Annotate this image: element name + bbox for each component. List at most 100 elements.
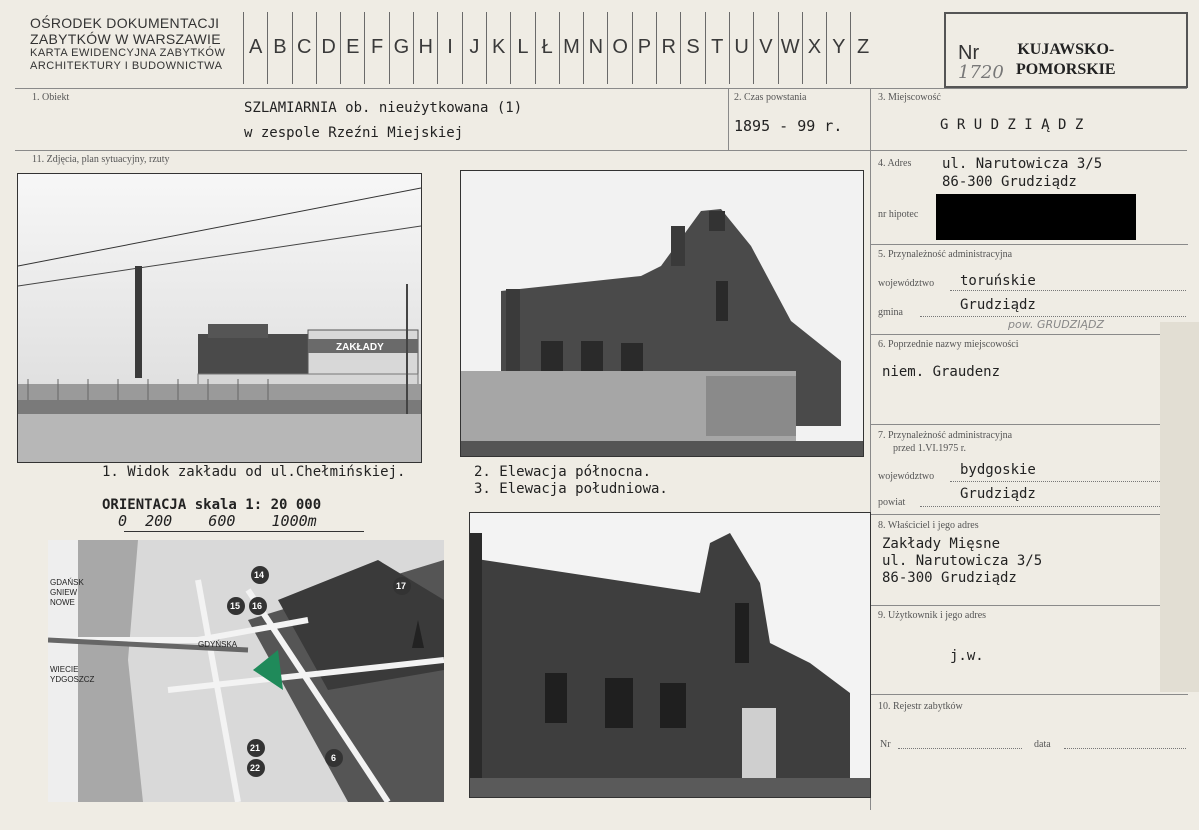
- alphabet-letter: O: [607, 12, 631, 84]
- gmina-value: Grudziądz: [960, 297, 1036, 313]
- institution-line-1: OŚRODEK DOKUMENTACJI: [30, 15, 220, 31]
- alphabet-letter: Y: [826, 12, 850, 84]
- alphabet-letter: X: [801, 12, 826, 84]
- photo-north-elevation: [460, 170, 864, 457]
- dotted-line: [950, 290, 1186, 291]
- scale-bar: [124, 531, 364, 532]
- alphabet-letter: G: [388, 12, 413, 84]
- adres-label: 4. Adres: [878, 158, 912, 169]
- caption-1: 1. Widok zakładu od ul.Chełmińskiej.: [102, 464, 406, 480]
- nr-handwritten: 1720: [958, 62, 1004, 83]
- gmina-label: gmina: [878, 307, 903, 318]
- miejscowosc-value: G R U D Z I Ą D Z: [940, 117, 1084, 133]
- divider: [870, 244, 1188, 245]
- institution-header: OŚRODEK DOKUMENTACJI ZABYTKÓW W WARSZAWI…: [30, 15, 240, 72]
- alphabet-letter: I: [437, 12, 461, 84]
- south-elevation-image: [470, 513, 870, 797]
- divider: [728, 88, 729, 150]
- alphabet-letter: J: [461, 12, 486, 84]
- map-num-14: 14: [254, 570, 264, 580]
- alphabet-letter: V: [753, 12, 777, 84]
- map-label-bydgoszcz: YDGOSZCZ: [50, 675, 95, 684]
- alphabet-letter: R: [656, 12, 680, 84]
- street-view-image: ZAKŁADY: [18, 174, 421, 462]
- przynaleznosc-label: 5. Przynależność administracyjna: [878, 249, 1013, 260]
- wojewodztwo2-label: województwo: [878, 471, 935, 482]
- sign-text: ZAKŁADY: [336, 342, 384, 353]
- map-num-15: 15: [230, 601, 240, 611]
- czas-value: 1895 - 99 r.: [734, 117, 843, 135]
- adres-line-2: 86-300 Grudziądz: [942, 174, 1077, 190]
- photo-south-elevation: [469, 512, 871, 798]
- location-map-image: GDAŃSK GNIEW NOWE WIECIE YDGOSZCZ GDYŃSK…: [48, 540, 444, 802]
- alphabet-letter: N: [583, 12, 607, 84]
- photo-street-view: ZAKŁADY: [17, 173, 422, 463]
- alphabet-index: ABCDEFGHIJKLŁMNOPRSTUVWXYZ: [243, 12, 875, 84]
- redaction-block: [936, 194, 1136, 240]
- przed-label-2: przed 1.VI.1975 r.: [893, 443, 967, 454]
- alphabet-letter: C: [291, 12, 316, 84]
- caption-3: 3. Elewacja południowa.: [474, 481, 668, 497]
- region-stamp: KUJAWSKO- POMORSKIE: [1016, 40, 1116, 80]
- dotted-line: [920, 506, 1186, 507]
- dotted-line: [950, 481, 1186, 482]
- institution-line-3: KARTA EWIDENCYJNA ZABYTKÓW: [30, 47, 226, 60]
- alphabet-letter: B: [267, 12, 291, 84]
- stamp-line-1: KUJAWSKO-: [1017, 41, 1115, 58]
- alphabet-letter: H: [413, 12, 437, 84]
- map-label-nowe: NOWE: [50, 598, 75, 607]
- orientation-label: ORIENTACJA skala 1: 20 000: [102, 497, 322, 513]
- alphabet-letter: U: [728, 12, 753, 84]
- alphabet-letter: Z: [850, 12, 874, 84]
- rejestr-label: 10. Rejestr zabytków: [878, 701, 963, 712]
- stamp-line-2: POMORSKIE: [1016, 61, 1116, 78]
- wlasciciel-line-2: ul. Narutowicza 3/5: [882, 553, 1043, 569]
- alphabet-letter: F: [364, 12, 388, 84]
- north-elevation-image: [461, 171, 863, 456]
- map-num-22: 22: [250, 763, 260, 773]
- adres-line-1: ul. Narutowicza 3/5: [942, 156, 1103, 172]
- zdjecia-label: 11. Zdjęcia, plan sytuacyjny, rzuty: [32, 154, 170, 165]
- institution-line-2: ZABYTKÓW W WARSZAWIE: [30, 30, 221, 47]
- divider: [870, 424, 1188, 425]
- divider: [870, 694, 1188, 695]
- czas-label: 2. Czas powstania: [734, 92, 807, 103]
- divider: [870, 514, 1188, 515]
- hipoteka-label: nr hipotec: [878, 209, 919, 220]
- paper-edge: [1160, 322, 1199, 692]
- alphabet-letter: D: [315, 12, 340, 84]
- wlasciciel-line-1: Zakłady Mięsne: [882, 536, 1001, 552]
- map-num-6: 6: [331, 753, 336, 763]
- divider: [870, 334, 1188, 335]
- rejestr-data-label: data: [1034, 739, 1051, 750]
- caption-2: 2. Elewacja północna.: [474, 464, 652, 480]
- map-num-17: 17: [396, 581, 406, 591]
- uzytkownik-label: 9. Użytkownik i jego adres: [878, 610, 987, 621]
- map-num-16: 16: [252, 601, 262, 611]
- obiekt-label: 1. Obiekt: [32, 92, 70, 103]
- number-box: Nr 1720 KUJAWSKO- POMORSKIE: [944, 12, 1188, 88]
- dotted-line: [920, 316, 1186, 317]
- alphabet-letter: W: [777, 12, 802, 84]
- obiekt-line-2: w zespole Rzeźni Miejskiej: [244, 125, 464, 141]
- alphabet-letter: P: [631, 12, 656, 84]
- alphabet-letter: K: [485, 12, 510, 84]
- map-label-gniew: GNIEW: [50, 588, 78, 597]
- alphabet-letter: T: [704, 12, 729, 84]
- alphabet-letter: L: [510, 12, 534, 84]
- map-num-21: 21: [250, 743, 260, 753]
- map-label-gdynska: GDYŃSKA: [198, 640, 238, 649]
- poprzednie-label: 6. Poprzednie nazwy miejscowości: [878, 339, 1019, 350]
- divider: [870, 605, 1188, 606]
- dotted-line: [898, 748, 1022, 749]
- wlasciciel-label: 8. Właściciel i jego adres: [878, 520, 979, 531]
- wojewodztwo2-value: bydgoskie: [960, 462, 1036, 478]
- divider: [15, 88, 1187, 89]
- rejestr-nr-label: Nr: [880, 739, 891, 750]
- powiat-label: powiat: [878, 497, 906, 508]
- alphabet-letter: M: [558, 12, 583, 84]
- alphabet-letter: E: [340, 12, 364, 84]
- alphabet-letter: Ł: [534, 12, 559, 84]
- poprzednie-value: niem. Graudenz: [882, 364, 1001, 380]
- wlasciciel-line-3: 86-300 Grudziądz: [882, 570, 1017, 586]
